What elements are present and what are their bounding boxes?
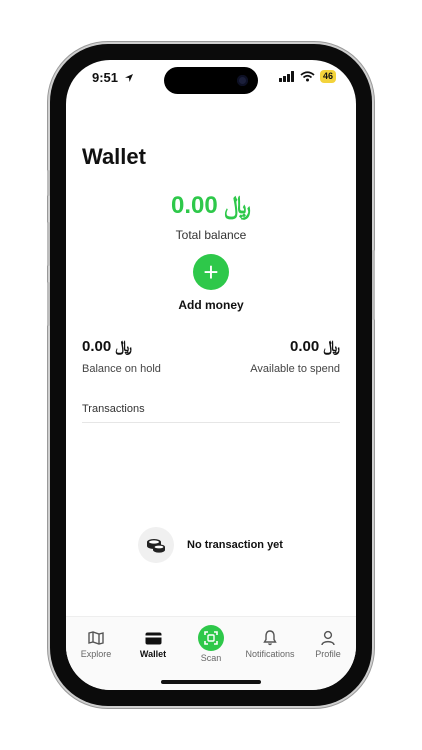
camera-icon [237, 75, 248, 86]
tab-label-profile: Profile [315, 649, 341, 659]
status-time: 9:51 [92, 70, 134, 85]
tab-explore[interactable]: Explore [66, 629, 126, 659]
volume-down-button [47, 282, 50, 326]
location-arrow-icon [124, 74, 133, 82]
battery-indicator: 46 [319, 70, 336, 83]
empty-state-text: No transaction yet [187, 539, 283, 551]
available-to-spend-amount: 0.00 ﷼ [290, 338, 340, 355]
power-button [372, 250, 375, 320]
tab-notifications[interactable]: Notifications [240, 629, 300, 659]
wifi-icon [300, 71, 315, 82]
balance-on-hold-label: Balance on hold [82, 363, 161, 375]
signal-icon [278, 71, 294, 82]
tab-label-notifications: Notifications [245, 649, 295, 659]
add-money-label[interactable]: Add money [66, 298, 356, 312]
tab-profile[interactable]: Profile [298, 629, 356, 659]
tab-label-wallet: Wallet [139, 649, 167, 659]
tab-scan[interactable]: Scan [181, 625, 241, 663]
page-title: Wallet [82, 144, 146, 169]
available-to-spend-label: Available to spend [250, 363, 340, 375]
tab-label-explore: Explore [80, 649, 112, 659]
bottom-tab-bar: Explore Wallet Scan Notifications Profil… [66, 616, 356, 690]
wallet-icon [145, 632, 161, 644]
tab-wallet[interactable]: Wallet [123, 629, 183, 659]
app-screen: 9:51 46 Wallet 0.00 ﷼ Total balance + Ad… [66, 60, 356, 690]
transactions-title: Transactions [82, 403, 145, 415]
bell-icon [263, 630, 277, 646]
divider [82, 422, 340, 423]
home-indicator [161, 680, 261, 684]
tab-label-scan: Scan [200, 653, 222, 663]
scan-button[interactable] [198, 625, 224, 651]
volume-up-button [47, 222, 50, 266]
dynamic-island [164, 67, 258, 94]
total-balance-label: Total balance [175, 228, 247, 242]
scan-icon [204, 631, 218, 645]
balance-on-hold-amount: 0.00 ﷼ [82, 338, 132, 355]
total-balance-amount: 0.00 ﷼ [171, 192, 251, 219]
time-text: 9:51 [92, 70, 119, 85]
add-money-button[interactable]: + [193, 254, 229, 290]
map-icon [88, 631, 104, 645]
coins-icon [147, 539, 165, 553]
mute-switch [47, 170, 50, 196]
empty-state-icon-wrap [138, 527, 174, 563]
person-icon [321, 630, 335, 646]
plus-icon: + [203, 257, 219, 287]
status-indicators: 46 [278, 70, 336, 83]
